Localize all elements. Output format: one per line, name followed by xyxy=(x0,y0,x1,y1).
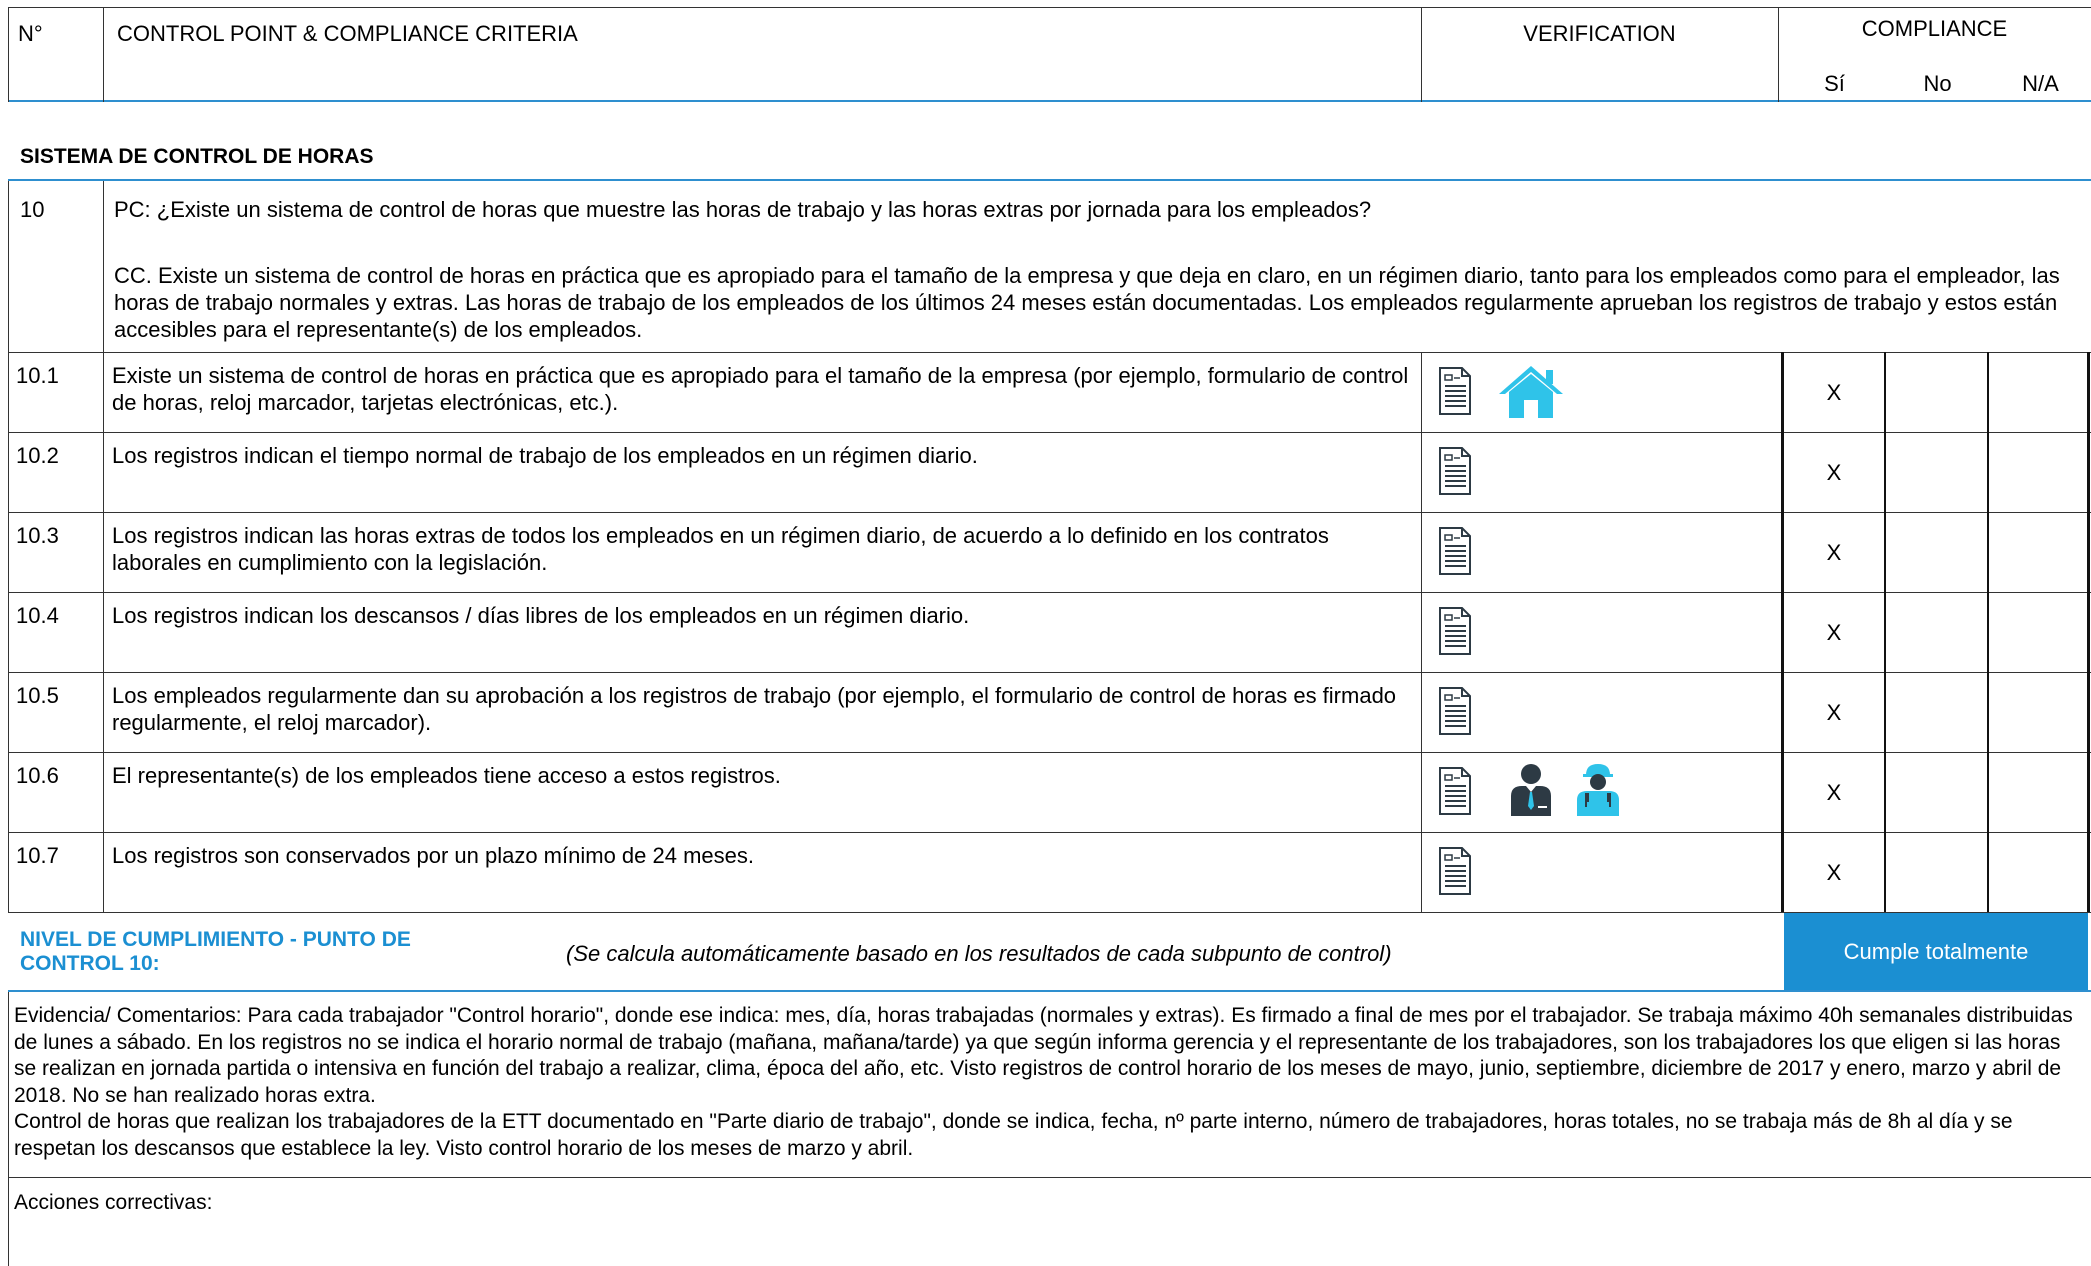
document-icon xyxy=(1439,367,1471,415)
header-verification: VERIFICATION xyxy=(1523,21,1676,46)
subpoint-number: 10.5 xyxy=(16,683,59,708)
compliance-level-note: (Se calcula automáticamente basado en lo… xyxy=(566,941,1392,966)
header-number: N° xyxy=(18,21,43,46)
compliance-si-mark: X xyxy=(1826,700,1842,725)
worker-icon xyxy=(1577,764,1619,816)
section-title: SISTEMA DE CONTROL DE HORAS xyxy=(20,145,374,168)
header-criteria: CONTROL POINT & COMPLIANCE CRITERIA xyxy=(117,21,578,46)
document-icon xyxy=(1439,767,1471,815)
header-compliance: COMPLIANCE xyxy=(1861,16,2008,41)
document-icon xyxy=(1439,847,1471,895)
compliance-si-mark: X xyxy=(1826,540,1842,565)
house-icon xyxy=(1499,366,1563,418)
subpoint-text: Los registros indican los descansos / dí… xyxy=(112,603,970,628)
subpoint-number: 10.7 xyxy=(16,843,59,868)
document-icon xyxy=(1439,687,1471,735)
compliance-result-badge: Cumple totalmente xyxy=(1784,913,2088,991)
document-icon xyxy=(1439,607,1471,655)
subpoint-text: Los empleados regularmente dan su aproba… xyxy=(112,683,1397,735)
compliance-si-mark: X xyxy=(1826,460,1842,485)
subpoint-text: Existe un sistema de control de horas en… xyxy=(112,363,1409,415)
manager-icon xyxy=(1511,764,1551,816)
header-na: N/A xyxy=(2022,71,2059,96)
header-si: Sí xyxy=(1824,71,1845,96)
control-point-question: PC: ¿Existe un sistema de control de hor… xyxy=(114,197,1372,222)
compliance-level-label: NIVEL DE CUMPLIMIENTO - PUNTO DE CONTROL… xyxy=(20,928,411,975)
subpoint-number: 10.4 xyxy=(16,603,59,628)
compliance-si-mark: X xyxy=(1826,780,1842,805)
subpoint-number: 10.6 xyxy=(16,763,59,788)
subpoint-number: 10.3 xyxy=(16,523,59,548)
evidence-comments: Evidencia/ Comentarios: Para cada trabaj… xyxy=(14,1004,2073,1160)
compliance-criteria: CC. Existe un sistema de control de hora… xyxy=(114,263,2060,342)
subpoint-text: Los registros indican las horas extras d… xyxy=(112,523,1329,575)
header-no: No xyxy=(1923,71,1952,96)
control-point-number: 10 xyxy=(20,197,45,222)
subpoint-text: Los registros son conservados por un pla… xyxy=(112,843,754,868)
compliance-si-mark: X xyxy=(1826,380,1842,405)
document-icon xyxy=(1439,447,1471,495)
subpoint-number: 10.1 xyxy=(16,363,59,388)
subpoint-number: 10.2 xyxy=(16,443,59,468)
document-icon xyxy=(1439,527,1471,575)
corrective-actions-label: Acciones correctivas: xyxy=(14,1191,213,1214)
compliance-si-mark: X xyxy=(1826,620,1842,645)
subpoint-text: El representante(s) de los empleados tie… xyxy=(112,763,781,788)
subpoint-text: Los registros indican el tiempo normal d… xyxy=(112,443,978,468)
compliance-si-mark: X xyxy=(1826,860,1842,885)
